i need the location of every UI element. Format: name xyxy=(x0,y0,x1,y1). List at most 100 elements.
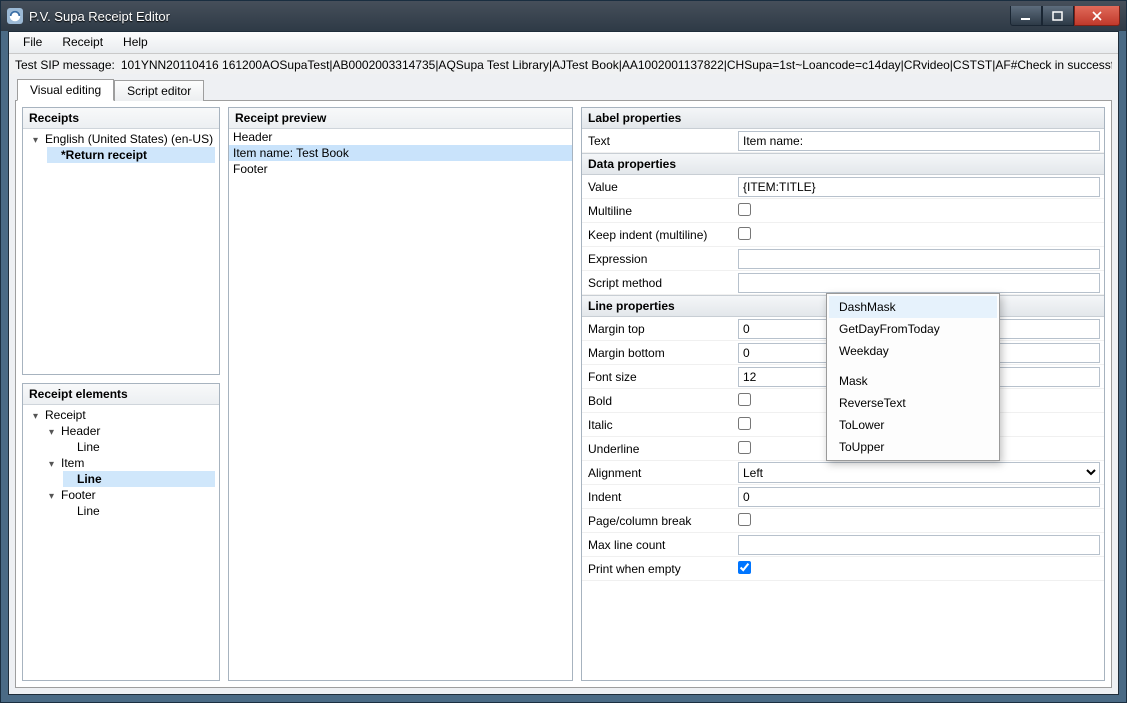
receipt-elements-panel: Receipt elements Receipt Header Line xyxy=(22,383,220,681)
receipt-elements-title: Receipt elements xyxy=(23,384,219,405)
option-toupper[interactable]: ToUpper xyxy=(829,436,997,458)
elements-tree[interactable]: Receipt Header Line Item Line xyxy=(23,405,219,680)
elements-item-node[interactable]: Item xyxy=(47,455,215,471)
app-icon xyxy=(7,8,23,24)
prop-margin-top-label: Margin top xyxy=(582,320,734,338)
menu-receipt[interactable]: Receipt xyxy=(52,32,113,53)
receipts-panel: Receipts English (United States) (en-US)… xyxy=(22,107,220,375)
window-title: P.V. Supa Receipt Editor xyxy=(29,9,1004,24)
data-properties-head: Data properties xyxy=(582,153,1104,175)
prop-multiline: Multiline xyxy=(582,199,1104,223)
expression-input[interactable] xyxy=(738,249,1100,269)
receipts-panel-title: Receipts xyxy=(23,108,219,129)
line-label: Line xyxy=(77,504,100,518)
scriptmethod-input[interactable] xyxy=(738,273,1100,293)
value-input[interactable] xyxy=(738,177,1100,197)
option-reversetext[interactable]: ReverseText xyxy=(829,392,997,414)
prop-value: Value xyxy=(582,175,1104,199)
window-controls xyxy=(1010,6,1120,26)
printempty-checkbox[interactable] xyxy=(738,561,751,574)
elements-header-node[interactable]: Header xyxy=(47,423,215,439)
caret-icon xyxy=(33,132,45,146)
elements-receipt-node[interactable]: Receipt xyxy=(31,407,215,423)
indent-input[interactable] xyxy=(738,487,1100,507)
elements-item-line[interactable]: Line xyxy=(63,471,215,487)
underline-checkbox[interactable] xyxy=(738,441,751,454)
dropdown-separator xyxy=(829,362,997,370)
titlebar: P.V. Supa Receipt Editor xyxy=(1,1,1126,31)
middle-column: Receipt preview Header Item name: Test B… xyxy=(228,107,573,681)
tab-visual-editing[interactable]: Visual editing xyxy=(17,79,114,101)
elements-footer-node[interactable]: Footer xyxy=(47,487,215,503)
prop-underline-label: Underline xyxy=(582,440,734,458)
pagebreak-checkbox[interactable] xyxy=(738,513,751,526)
left-column: Receipts English (United States) (en-US)… xyxy=(22,107,220,681)
multiline-checkbox[interactable] xyxy=(738,203,751,216)
prop-italic-label: Italic xyxy=(582,416,734,434)
line-label: Line xyxy=(77,472,102,486)
caret-icon xyxy=(49,488,61,502)
keepindent-checkbox[interactable] xyxy=(738,227,751,240)
preview-list[interactable]: Header Item name: Test Book Footer xyxy=(229,129,572,177)
prop-text-label: Text xyxy=(582,132,734,150)
prop-expression: Expression xyxy=(582,247,1104,271)
return-receipt-label: *Return receipt xyxy=(61,148,147,162)
italic-checkbox[interactable] xyxy=(738,417,751,430)
prop-printempty: Print when empty xyxy=(582,557,1104,581)
elements-header-line[interactable]: Line xyxy=(63,439,215,455)
option-tolower[interactable]: ToLower xyxy=(829,414,997,436)
prop-pagebreak-label: Page/column break xyxy=(582,512,734,530)
minimize-button[interactable] xyxy=(1010,6,1042,26)
elements-footer-line[interactable]: Line xyxy=(63,503,215,519)
prop-pagebreak: Page/column break xyxy=(582,509,1104,533)
text-input[interactable] xyxy=(738,131,1100,151)
bold-checkbox[interactable] xyxy=(738,393,751,406)
prop-font-size-label: Font size xyxy=(582,368,734,386)
preview-line-footer[interactable]: Footer xyxy=(229,161,572,177)
label-properties-head: Label properties xyxy=(582,108,1104,129)
footer-node-label: Footer xyxy=(61,488,96,502)
menubar: File Receipt Help xyxy=(9,32,1118,54)
prop-multiline-label: Multiline xyxy=(582,202,734,220)
caret-icon xyxy=(49,456,61,470)
header-node-label: Header xyxy=(61,424,100,438)
prop-bold-label: Bold xyxy=(582,392,734,410)
prop-alignment-label: Alignment xyxy=(582,464,734,482)
option-mask[interactable]: Mask xyxy=(829,370,997,392)
option-dashmask[interactable]: DashMask xyxy=(829,296,997,318)
prop-text: Text xyxy=(582,129,1104,153)
sip-label: Test SIP message: xyxy=(15,58,115,72)
menu-file[interactable]: File xyxy=(13,32,52,53)
tab-script-editor[interactable]: Script editor xyxy=(114,80,204,101)
sip-row: Test SIP message: 101YNN20110416 161200A… xyxy=(9,54,1118,74)
option-weekday[interactable]: Weekday xyxy=(829,340,997,362)
maxline-input[interactable] xyxy=(738,535,1100,555)
scriptmethod-dropdown[interactable]: DashMask GetDayFromToday Weekday Mask Re… xyxy=(826,293,1000,461)
alignment-select[interactable]: Left xyxy=(738,462,1100,483)
prop-scriptmethod: Script method xyxy=(582,271,1104,295)
item-node-label: Item xyxy=(61,456,84,470)
prop-keepindent: Keep indent (multiline) xyxy=(582,223,1104,247)
prop-indent: Indent xyxy=(582,485,1104,509)
prop-value-label: Value xyxy=(582,178,734,196)
receipts-tree[interactable]: English (United States) (en-US) *Return … xyxy=(23,129,219,374)
prop-keepindent-label: Keep indent (multiline) xyxy=(582,226,734,244)
preview-panel: Receipt preview Header Item name: Test B… xyxy=(228,107,573,681)
prop-expression-label: Expression xyxy=(582,250,734,268)
preview-line-header[interactable]: Header xyxy=(229,129,572,145)
line-label: Line xyxy=(77,440,100,454)
option-getdayfromtoday[interactable]: GetDayFromToday xyxy=(829,318,997,340)
locale-label: English (United States) (en-US) xyxy=(45,132,213,146)
tree-locale-node[interactable]: English (United States) (en-US) xyxy=(31,131,215,147)
menu-help[interactable]: Help xyxy=(113,32,158,53)
preview-body: Header Item name: Test Book Footer xyxy=(229,129,572,680)
tree-return-receipt[interactable]: *Return receipt xyxy=(47,147,215,163)
prop-margin-bottom-label: Margin bottom xyxy=(582,344,734,362)
close-button[interactable] xyxy=(1074,6,1120,26)
sip-value[interactable]: 101YNN20110416 161200AOSupaTest|AB000200… xyxy=(121,58,1112,72)
caret-icon xyxy=(49,424,61,438)
preview-line-item[interactable]: Item name: Test Book xyxy=(229,145,572,161)
maximize-button[interactable] xyxy=(1042,6,1074,26)
prop-maxline: Max line count xyxy=(582,533,1104,557)
tabstrip: Visual editing Script editor xyxy=(9,76,1118,100)
